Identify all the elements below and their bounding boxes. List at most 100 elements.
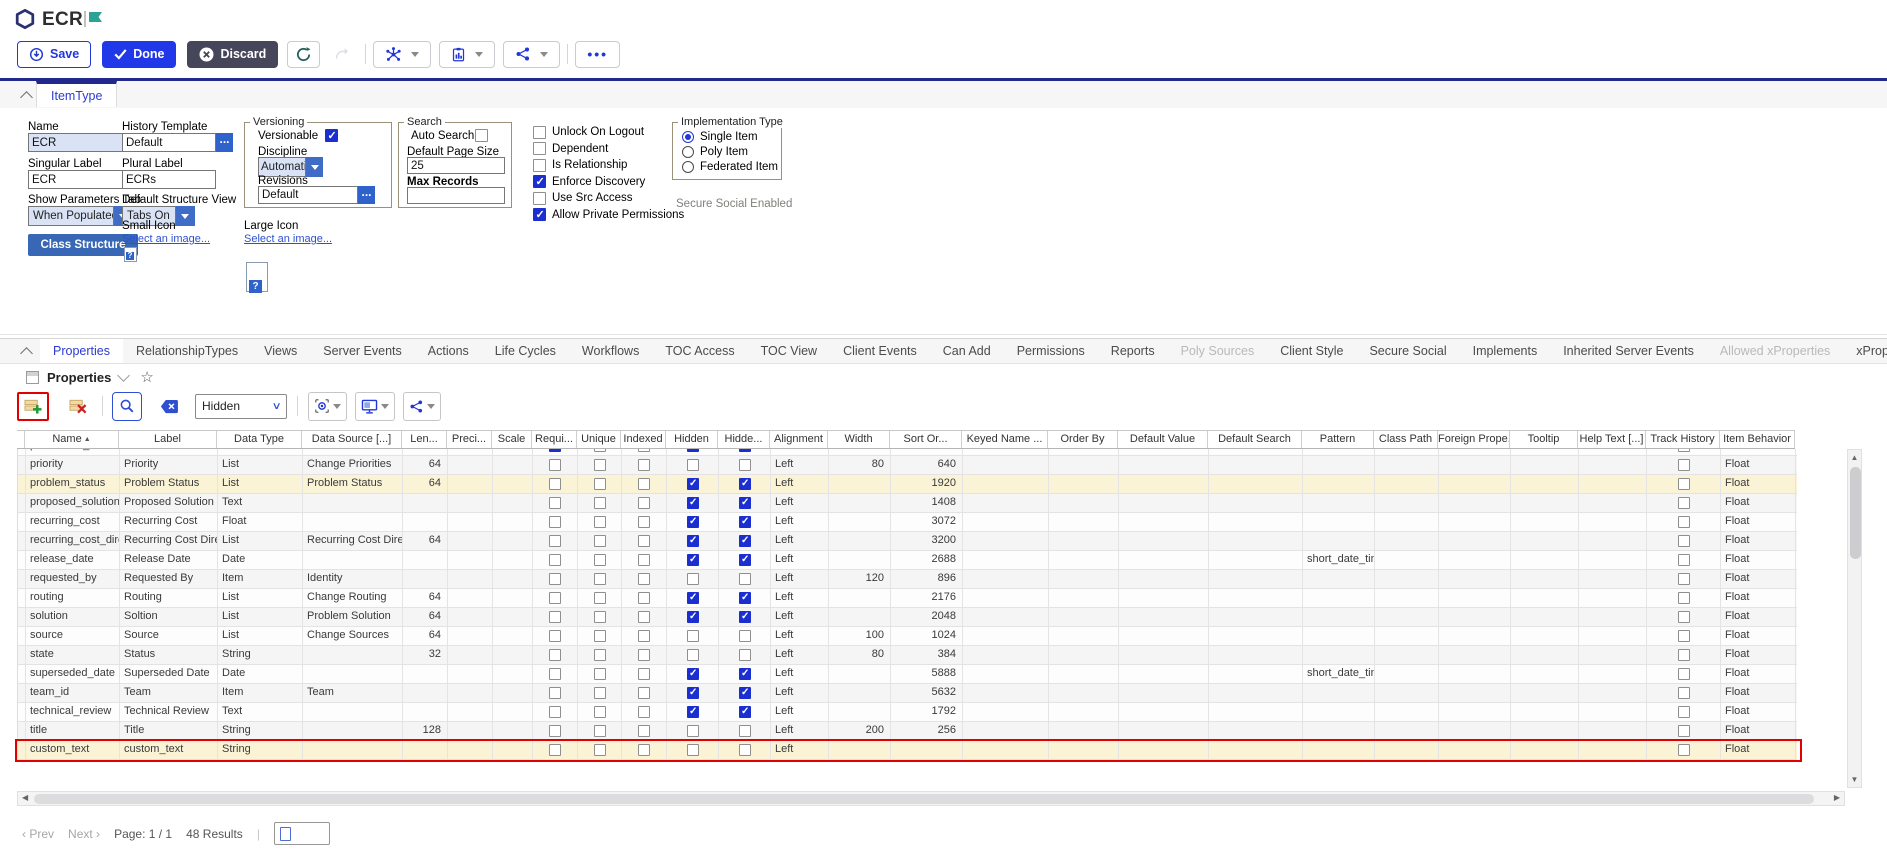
grid-row-priority[interactable]: priorityPriorityListChange Priorities64L… bbox=[18, 456, 1797, 475]
chevron-down-icon[interactable] bbox=[117, 369, 130, 382]
column-header-order_by[interactable]: Order By bbox=[1048, 431, 1118, 448]
unlock-on-logout-checkbox[interactable] bbox=[533, 126, 546, 139]
unique-checkbox[interactable] bbox=[594, 449, 606, 452]
indexed-checkbox[interactable] bbox=[638, 478, 650, 490]
tab-properties[interactable]: Properties bbox=[40, 339, 123, 363]
tab-actions[interactable]: Actions bbox=[415, 339, 482, 363]
hidden-checkbox[interactable] bbox=[687, 630, 699, 642]
indexed-checkbox[interactable] bbox=[638, 687, 650, 699]
hidden2-checkbox[interactable] bbox=[739, 668, 751, 680]
track_history-checkbox[interactable] bbox=[1678, 459, 1690, 471]
column-header-track_history[interactable]: Track History bbox=[1646, 431, 1720, 448]
indexed-checkbox[interactable] bbox=[638, 516, 650, 528]
column-header-sel[interactable] bbox=[17, 431, 25, 448]
more-actions-button[interactable]: ••• bbox=[575, 41, 620, 68]
tab-reports[interactable]: Reports bbox=[1098, 339, 1168, 363]
hidden-checkbox[interactable] bbox=[687, 573, 699, 585]
track_history-checkbox[interactable] bbox=[1678, 516, 1690, 528]
is-relationship-checkbox[interactable] bbox=[533, 159, 546, 172]
hidden-checkbox[interactable] bbox=[687, 516, 699, 528]
indexed-checkbox[interactable] bbox=[638, 554, 650, 566]
show-parameters-tab-select[interactable]: When Populated bbox=[28, 206, 114, 226]
unique-checkbox[interactable] bbox=[594, 611, 606, 623]
tab-client-events[interactable]: Client Events bbox=[830, 339, 930, 363]
column-header-label[interactable]: Label bbox=[119, 431, 217, 448]
grid-row-title[interactable]: titleTitleString128Left200256Float bbox=[18, 722, 1797, 741]
indexed-checkbox[interactable] bbox=[638, 592, 650, 604]
column-header-data_type[interactable]: Data Type bbox=[217, 431, 302, 448]
unique-checkbox[interactable] bbox=[594, 497, 606, 509]
search-button[interactable] bbox=[112, 392, 142, 421]
hidden2-checkbox[interactable] bbox=[739, 725, 751, 737]
column-header-hidden[interactable]: Hidden bbox=[666, 431, 718, 448]
hidden2-checkbox[interactable] bbox=[739, 478, 751, 490]
track_history-checkbox[interactable] bbox=[1678, 744, 1690, 756]
column-header-unique[interactable]: Unique bbox=[577, 431, 621, 448]
track_history-checkbox[interactable] bbox=[1678, 725, 1690, 737]
delete-property-button[interactable] bbox=[63, 392, 93, 421]
column-header-hidden2[interactable]: Hidde... bbox=[718, 431, 770, 448]
indexed-checkbox[interactable] bbox=[638, 459, 650, 471]
tab-life-cycles[interactable]: Life Cycles bbox=[482, 339, 569, 363]
unique-checkbox[interactable] bbox=[594, 573, 606, 585]
unique-checkbox[interactable] bbox=[594, 687, 606, 699]
page-size-input[interactable] bbox=[274, 822, 330, 845]
required-checkbox[interactable] bbox=[549, 725, 561, 737]
max-records-field[interactable] bbox=[407, 187, 505, 204]
focus-dropdown[interactable] bbox=[308, 392, 347, 421]
required-checkbox[interactable] bbox=[549, 516, 561, 528]
clear-search-button[interactable] bbox=[154, 392, 185, 421]
indexed-checkbox[interactable] bbox=[638, 744, 650, 756]
track_history-checkbox[interactable] bbox=[1678, 687, 1690, 699]
grid-row-solution[interactable]: solutionSoltionListProblem Solution64Lef… bbox=[18, 608, 1797, 627]
required-checkbox[interactable] bbox=[549, 449, 561, 452]
required-checkbox[interactable] bbox=[549, 649, 561, 661]
column-header-help_text[interactable]: Help Text [...] bbox=[1578, 431, 1646, 448]
small-icon-select-link[interactable]: Select an image... bbox=[122, 233, 210, 245]
tab-toc-access[interactable]: TOC Access bbox=[652, 339, 747, 363]
column-header-indexed[interactable]: Indexed bbox=[621, 431, 666, 448]
column-header-class_path[interactable]: Class Path bbox=[1374, 431, 1438, 448]
horizontal-scroll-thumb[interactable] bbox=[34, 794, 1814, 804]
column-header-name[interactable]: Name▲ bbox=[25, 431, 119, 448]
hidden2-checkbox[interactable] bbox=[739, 573, 751, 585]
auto-search-checkbox[interactable] bbox=[475, 129, 488, 142]
large-icon-select-link[interactable]: Select an image... bbox=[244, 233, 332, 245]
large-icon-placeholder[interactable]: ? bbox=[246, 262, 268, 292]
unique-checkbox[interactable] bbox=[594, 649, 606, 661]
required-checkbox[interactable] bbox=[549, 497, 561, 509]
hidden-checkbox[interactable] bbox=[687, 478, 699, 490]
tab-xproperties[interactable]: xProperties bbox=[1843, 339, 1887, 363]
scroll-right-arrow[interactable]: ▶ bbox=[1834, 793, 1840, 802]
enforce-discovery-checkbox[interactable] bbox=[533, 175, 546, 188]
required-checkbox[interactable] bbox=[549, 459, 561, 471]
tab-permissions[interactable]: Permissions bbox=[1004, 339, 1098, 363]
indexed-checkbox[interactable] bbox=[638, 535, 650, 547]
column-header-scale[interactable]: Scale bbox=[492, 431, 532, 448]
refresh-button[interactable] bbox=[287, 41, 320, 68]
single-item-radio[interactable] bbox=[682, 131, 694, 143]
hidden-checkbox[interactable] bbox=[687, 668, 699, 680]
column-header-pattern[interactable]: Pattern bbox=[1302, 431, 1374, 448]
revisions-field[interactable] bbox=[258, 186, 358, 204]
hidden-checkbox[interactable] bbox=[687, 449, 699, 452]
history-template-field[interactable] bbox=[122, 133, 216, 152]
tab-relationshiptypes[interactable]: RelationshipTypes bbox=[123, 339, 251, 363]
vertical-scrollbar[interactable]: ▲ ▼ bbox=[1847, 449, 1862, 788]
done-button[interactable]: Done bbox=[102, 41, 176, 68]
unique-checkbox[interactable] bbox=[594, 592, 606, 604]
favorite-star-icon[interactable]: ☆ bbox=[140, 368, 153, 386]
reports-dropdown[interactable] bbox=[439, 41, 495, 68]
column-header-data_source[interactable]: Data Source [...] bbox=[302, 431, 402, 448]
track_history-checkbox[interactable] bbox=[1678, 478, 1690, 490]
grid-row-permission-id[interactable]: permission_idItemPermissionLeftFloat bbox=[18, 449, 1797, 456]
indexed-checkbox[interactable] bbox=[638, 706, 650, 718]
indexed-checkbox[interactable] bbox=[638, 649, 650, 661]
scroll-up-arrow[interactable]: ▲ bbox=[1848, 453, 1861, 462]
grid-row-state[interactable]: stateStatusString32Left80384Float bbox=[18, 646, 1797, 665]
hidden2-checkbox[interactable] bbox=[739, 497, 751, 509]
tab-implements[interactable]: Implements bbox=[1460, 339, 1551, 363]
collapse-panel-icon[interactable] bbox=[20, 347, 33, 360]
poly-item-radio[interactable] bbox=[682, 146, 694, 158]
hidden-checkbox[interactable] bbox=[687, 687, 699, 699]
